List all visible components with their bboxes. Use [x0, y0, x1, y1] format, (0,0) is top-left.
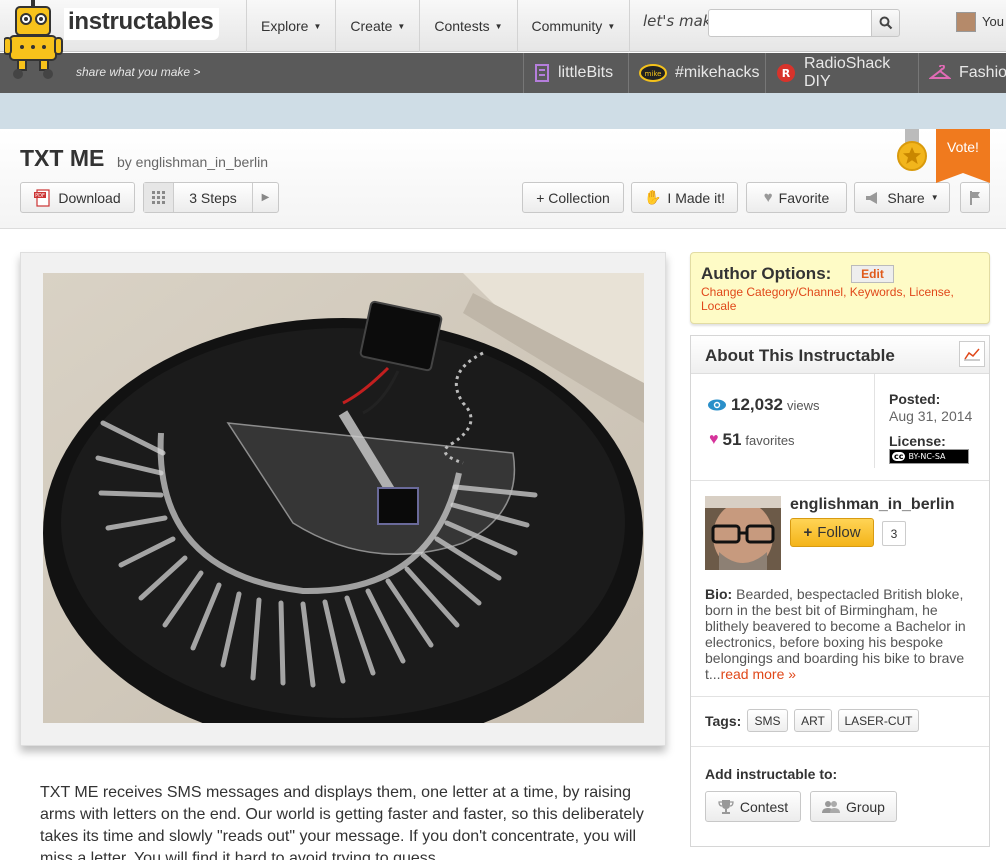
chevron-down-icon: ▼ — [313, 21, 322, 31]
views-stat: 12,032 views — [707, 395, 820, 415]
chevron-down-icon: ▼ — [494, 21, 503, 31]
share-button[interactable]: Share ▼ — [854, 182, 950, 213]
search-button[interactable] — [871, 9, 900, 37]
stats-button[interactable] — [959, 341, 985, 367]
intro-paragraph: TXT ME receives SMS messages and display… — [40, 784, 644, 860]
author-bio: Bio: Bearded, bespectacled British bloke… — [705, 586, 966, 682]
mikehacks-icon: mike — [639, 64, 667, 82]
author-byline[interactable]: by englishman_in_berlin — [117, 154, 268, 170]
author-options-panel: Author Options: Edit Change Category/Cha… — [690, 252, 990, 324]
search-icon — [879, 16, 892, 30]
nav-contests[interactable]: Contests ▼ — [419, 0, 516, 52]
chevron-right-icon[interactable]: ▶ — [252, 183, 278, 212]
heart-icon: ♥ — [709, 431, 719, 448]
user-menu-label[interactable]: You — [982, 14, 1004, 29]
line-chart-icon — [964, 348, 980, 361]
trophy-icon — [718, 799, 734, 814]
user-avatar[interactable] — [956, 12, 976, 32]
add-to-collection-button[interactable]: + Collection — [522, 182, 624, 213]
read-more-link[interactable]: read more » — [721, 666, 796, 682]
chevron-down-icon: ▼ — [397, 21, 406, 31]
site-logo[interactable]: instructables — [64, 8, 220, 40]
search-input[interactable] — [708, 9, 872, 37]
author-options-links[interactable]: Change Category/Channel, Keywords, Licen… — [701, 285, 981, 313]
author-name-link[interactable]: englishman_in_berlin — [790, 496, 954, 514]
flag-button[interactable] — [960, 182, 990, 213]
top-navigation-bar: instructables Explore ▼ Create ▼ Contests ▼… — [0, 0, 1006, 52]
partner-bar: share what you make > littleBits mike #m… — [0, 53, 1006, 93]
steps-label[interactable]: 3 Steps — [174, 190, 252, 206]
cc-license-badge[interactable]: cc BY-NC-SA — [889, 449, 969, 464]
favorites-stat: ♥ 51 favorites — [709, 430, 795, 449]
main-image-frame — [20, 252, 666, 746]
littlebits-icon — [534, 64, 550, 82]
hanger-icon — [929, 65, 951, 81]
nav-explore[interactable]: Explore ▼ — [246, 0, 335, 52]
license-label: License: — [889, 433, 946, 449]
tag-sms[interactable]: SMS — [747, 709, 788, 732]
pdf-icon: PDF — [34, 188, 50, 207]
svg-text:mike: mike — [645, 70, 662, 78]
tags-label: Tags: — [705, 713, 742, 729]
about-header: About This Instructable — [691, 336, 989, 374]
author-avatar[interactable] — [705, 496, 781, 570]
svg-text:R: R — [782, 67, 791, 80]
tag-laser-cut[interactable]: LASER-CUT — [838, 709, 919, 732]
grid-icon[interactable] — [144, 183, 174, 212]
tag-art[interactable]: ART — [794, 709, 832, 732]
steps-navigator[interactable]: 3 Steps ▶ — [143, 182, 279, 213]
i-made-it-button[interactable]: ✋ I Made it! — [631, 182, 738, 213]
author-options-title: Author Options: — [701, 264, 832, 283]
follow-button[interactable]: + Follow — [790, 518, 874, 547]
add-to-label: Add instructable to: — [705, 766, 838, 782]
tagline-link[interactable]: share what you make > — [76, 65, 200, 79]
nav-community[interactable]: Community ▼ — [516, 0, 631, 52]
main-nav: Explore ▼ Create ▼ Contests ▼ Community ▼ — [246, 0, 631, 52]
posted-date: Aug 31, 2014 — [889, 408, 973, 424]
about-panel: About This Instructable 12,032 views ♥ 51… — [690, 335, 990, 847]
svg-text:PDF: PDF — [35, 193, 45, 199]
group-icon — [822, 800, 841, 813]
posted-label: Posted: — [889, 391, 941, 407]
eye-icon — [708, 399, 726, 411]
partner-radioshack[interactable]: R RadioShack DIY — [765, 53, 917, 93]
partner-fashion[interactable]: Fashion — [918, 53, 1006, 93]
about-title: About This Instructable — [705, 346, 895, 365]
instructable-header: TXT ME by englishman_in_berlin PDF Downl… — [0, 129, 1006, 229]
partner-mikehacks[interactable]: mike #mikehacks — [628, 53, 764, 93]
nav-create[interactable]: Create ▼ — [335, 0, 419, 52]
heart-icon: ♥ — [763, 189, 773, 206]
txt-me-photo — [43, 273, 644, 723]
featured-medal-icon — [897, 129, 927, 171]
plus-icon: + — [803, 524, 813, 541]
hand-icon: ✋ — [643, 189, 662, 205]
flag-icon — [970, 190, 980, 205]
chevron-down-icon: ▼ — [930, 193, 939, 202]
add-to-group-button[interactable]: Group — [810, 791, 897, 822]
banner-strip — [0, 93, 1006, 129]
favorite-button[interactable]: ♥ Favorite — [746, 182, 847, 213]
megaphone-icon — [866, 191, 878, 204]
partner-littlebits[interactable]: littleBits — [523, 53, 627, 93]
follower-count: 3 — [882, 521, 906, 546]
main-image[interactable] — [43, 273, 644, 723]
page-title: TXT ME — [20, 145, 105, 171]
chevron-down-icon: ▼ — [607, 21, 616, 31]
radioshack-icon: R — [776, 63, 796, 83]
vote-ribbon[interactable]: Vote! — [936, 129, 990, 183]
edit-button[interactable]: Edit — [851, 265, 894, 283]
robot-mascot-icon[interactable] — [4, 0, 64, 80]
add-to-contest-button[interactable]: Contest — [705, 791, 801, 822]
download-button[interactable]: PDF Download — [20, 182, 135, 213]
